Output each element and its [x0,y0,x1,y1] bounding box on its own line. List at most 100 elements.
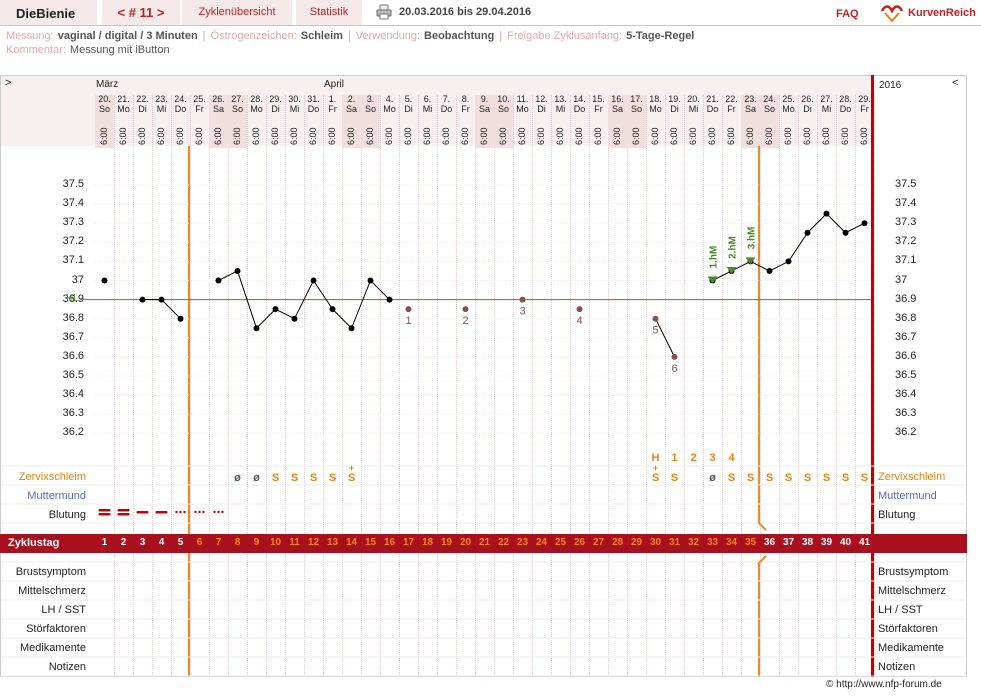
temperature-plot: 1 234561.hM 2.hM 3.hM [1,184,966,677]
cervix-value[interactable]: S [741,472,760,484]
cycle-day-number: 36 [763,537,776,548]
cervix-value[interactable]: ø [703,472,722,484]
temperature-segment [845,222,865,234]
peak-day-count: 3 [709,452,716,464]
symptom-row-label: Notizen [48,661,86,673]
peak-day-count: 4 [728,452,735,464]
temperature-point [253,325,260,332]
temperature-point [215,277,222,284]
cervix-value[interactable]: S [779,472,798,484]
cervix-value[interactable]: ø [247,472,266,484]
symptom-row-label-right: LH / SST [878,604,923,616]
cycle-day-number: 8 [234,537,241,548]
temperature-point [785,258,792,265]
cycle-day-number: 6 [196,537,203,548]
cycle-day-number: 3 [139,537,146,548]
credit-link[interactable]: © http://www.nfp-forum.de [826,679,942,690]
temperature-point [842,229,849,236]
bleeding-light [198,510,201,514]
temperature-point [386,296,393,303]
excluded-point [462,306,469,313]
cervix-value[interactable]: S [855,472,874,484]
cycle-day-number: 11 [289,537,300,548]
temperature-segment [351,280,371,329]
temperature-point [101,277,108,284]
cycle-day-number: 38 [801,537,814,548]
temperature-segment [161,299,181,320]
temperature-point [139,296,146,303]
temperature-segment [218,270,238,281]
temperature-point [823,210,830,217]
symptom-row-label-right: Störfaktoren [878,623,938,635]
bleeding-heavy [98,513,111,516]
cervix-value[interactable]: S [798,472,817,484]
cervix-value[interactable]: S [646,472,665,484]
cycle-day-number: 39 [820,537,833,548]
cervix-plus-mark: + [652,463,659,473]
row-muttermund: Muttermund [27,490,86,502]
peak-day-count: 1 [671,452,678,464]
row-zervixschleim: Zervixschleim [18,471,86,483]
cycle-day-number: 21 [478,537,491,548]
cervix-value[interactable]: S [285,472,304,484]
temperature-point [158,296,165,303]
cervix-value[interactable]: S [836,472,855,484]
cervix-value[interactable]: S [342,472,361,484]
cervix-value[interactable]: ø [228,472,247,484]
bleeding-light [175,510,178,514]
cycle-day-number: 15 [364,537,377,548]
cervix-value[interactable]: S [323,472,342,484]
temperature-point [348,325,355,332]
excluded-label: 2 [462,315,468,327]
temperature-point [766,267,773,274]
bleeding-light [217,510,220,514]
temperature-point [291,315,298,322]
cycle-day-number: 10 [269,537,282,548]
symptom-row-label: Medikamente [19,642,86,654]
cervix-value[interactable]: S [722,472,741,484]
row-blutung-right: Blutung [878,509,916,521]
cycle-day-number: 4 [158,537,165,548]
excluded-point [671,353,678,360]
cycle-day-number: 27 [592,537,605,548]
cycle-day-number: 34 [725,537,738,548]
temperature-point [804,229,811,236]
cervix-value[interactable]: S [266,472,285,484]
cycle-day-number: 33 [706,537,719,548]
cervix-value[interactable]: S [665,472,684,484]
cycle-day-number: 16 [383,537,396,548]
cycle-day-number: 30 [649,537,662,548]
excluded-point [576,306,583,313]
cervix-value[interactable]: S [817,472,836,484]
cervix-value[interactable]: S [760,472,779,484]
cycle-day-number: 28 [611,537,624,548]
cycle-day-number: 18 [421,537,434,548]
bleeding-medium [155,511,168,514]
cycle-day-number: 1 [101,537,108,548]
peak-day-count: 2 [690,452,697,464]
cervix-value[interactable]: S [304,472,323,484]
symptom-row-label-right: Brustsymptom [878,566,949,578]
cycle-day-number: 29 [630,537,643,548]
bleeding-light [183,510,186,514]
higher-measurement-label: 3.hM [747,227,758,250]
bleeding-light [194,510,197,514]
temperature-point [234,267,241,274]
temperature-segment [769,260,789,272]
symptom-row-label: Brustsymptom [15,566,86,578]
temperature-point [177,315,184,322]
symptom-row-label-right: Medikamente [878,642,945,654]
excluded-label: 6 [671,363,677,375]
temperature-point [329,306,336,313]
cycle-day-number: 17 [402,537,415,548]
temperature-point [861,220,868,227]
cycle-day-number: 31 [668,537,681,548]
excluded-label: 4 [576,315,582,327]
row-muttermund-right: Muttermund [878,490,937,502]
cycle-day-number: 9 [253,537,260,548]
cycle-day-number: 26 [573,537,586,548]
cycle-day-number: 7 [215,537,222,548]
cycle-day-number: 24 [535,537,548,548]
zyklustag-label: Zyklustag [8,537,60,549]
temperature-segment [807,213,827,234]
